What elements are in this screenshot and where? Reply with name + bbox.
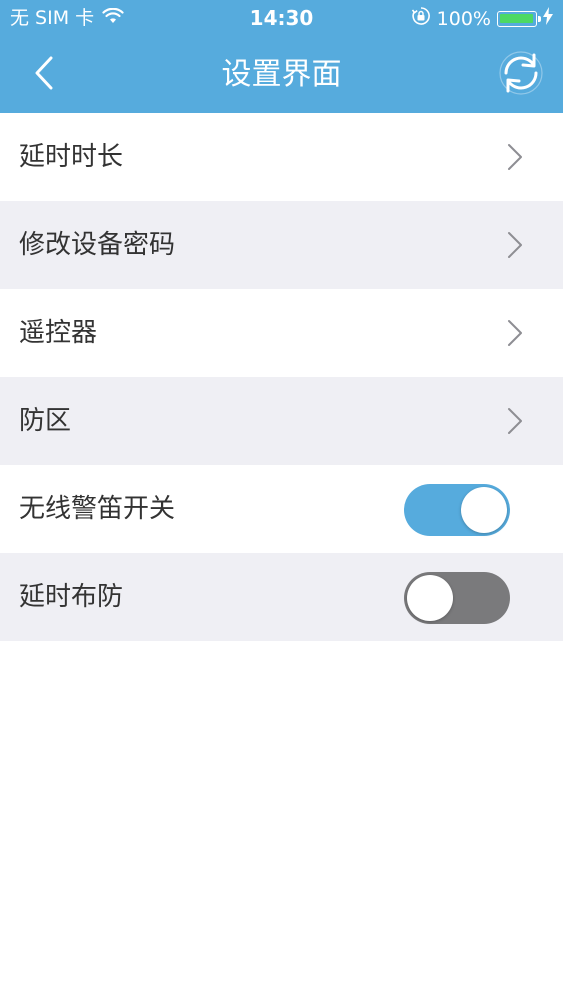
chevron-right-icon bbox=[508, 320, 522, 346]
battery-icon bbox=[497, 11, 541, 27]
chevron-right-icon bbox=[508, 144, 522, 170]
battery-cap bbox=[538, 16, 541, 22]
back-button[interactable] bbox=[22, 53, 66, 97]
setting-row-delayed-arming: 延时布防 bbox=[0, 553, 563, 641]
setting-row-delay-duration[interactable]: 延时时长 bbox=[0, 113, 563, 201]
refresh-button[interactable] bbox=[493, 47, 549, 103]
chevron-right-icon bbox=[508, 408, 522, 434]
settings-screen: 无 SIM 卡 14:30 100% 设置界面 延时时长 修改设备密码 遥控器 … bbox=[0, 0, 563, 1000]
setting-row-zones[interactable]: 防区 bbox=[0, 377, 563, 465]
top-bar: 无 SIM 卡 14:30 100% 设置界面 bbox=[0, 0, 563, 113]
setting-label: 防区 bbox=[19, 406, 72, 436]
delayed-arming-toggle[interactable] bbox=[404, 572, 510, 624]
setting-label: 无线警笛开关 bbox=[19, 494, 176, 524]
refresh-icon bbox=[498, 50, 544, 100]
chevron-right-icon bbox=[508, 232, 522, 258]
setting-label: 延时时长 bbox=[19, 142, 124, 172]
setting-row-change-password[interactable]: 修改设备密码 bbox=[0, 201, 563, 289]
charging-bolt-icon bbox=[543, 7, 553, 31]
orientation-lock-icon bbox=[411, 6, 431, 32]
page-title: 设置界面 bbox=[221, 57, 342, 92]
chevron-left-icon bbox=[34, 56, 54, 94]
settings-list: 延时时长 修改设备密码 遥控器 防区 无线警笛开关 延时布防 bbox=[0, 113, 563, 641]
nav-bar: 设置界面 bbox=[0, 37, 563, 113]
status-bar: 无 SIM 卡 14:30 100% bbox=[0, 0, 563, 37]
status-right: 100% bbox=[411, 6, 553, 32]
setting-row-wireless-siren: 无线警笛开关 bbox=[0, 465, 563, 553]
toggle-knob bbox=[461, 487, 507, 533]
setting-label: 修改设备密码 bbox=[19, 230, 176, 260]
battery-fill bbox=[500, 14, 533, 23]
setting-row-remote-control[interactable]: 遥控器 bbox=[0, 289, 563, 377]
toggle-knob bbox=[407, 575, 453, 621]
setting-label: 遥控器 bbox=[19, 318, 98, 348]
battery-percent: 100% bbox=[436, 8, 491, 30]
setting-label: 延时布防 bbox=[19, 582, 124, 612]
wireless-siren-toggle[interactable] bbox=[404, 484, 510, 536]
